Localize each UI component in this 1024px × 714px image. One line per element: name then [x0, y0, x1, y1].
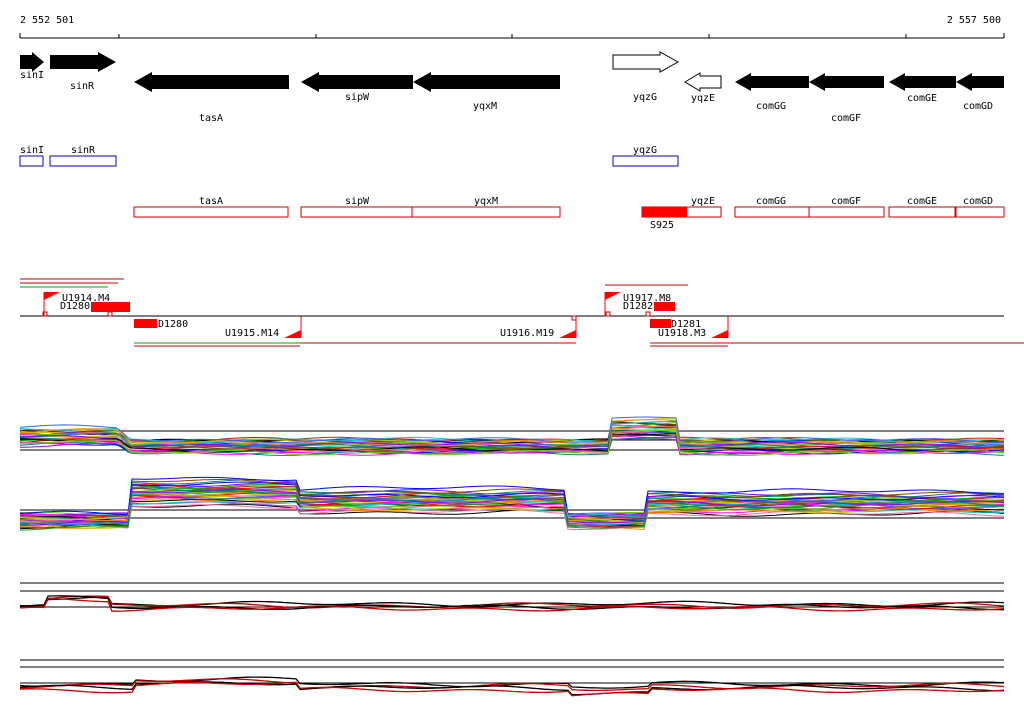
reverse-box-label-sipW: sipW [345, 196, 370, 207]
reverse-box-label-comGD: comGD [963, 196, 993, 207]
gene-arrow-comGF[interactable]: comGF [809, 73, 884, 124]
gene-arrow-sipW[interactable]: sipW [301, 72, 413, 103]
gene-arrow-sinI[interactable]: sinI [20, 52, 44, 81]
gene-arrow-yqxM[interactable]: yqxM [413, 72, 560, 112]
feature-label-d1282: D1282 [623, 301, 653, 312]
reverse-box-label-yqxM: yqxM [474, 196, 498, 207]
reverse-box-tasA[interactable] [133, 206, 289, 218]
gene-arrow-comGD[interactable]: comGD [956, 73, 1004, 112]
gene-arrow-yqzG[interactable]: yqzG [612, 51, 680, 103]
forward-box-sinI[interactable] [19, 155, 44, 167]
reverse-box-comGF[interactable] [808, 206, 885, 218]
gene-label-sipW: sipW [345, 92, 370, 103]
feature-block-d1280[interactable] [134, 319, 157, 328]
gene-label-comGF: comGF [831, 113, 861, 124]
gene-arrow-comGG[interactable]: comGG [735, 73, 809, 112]
gene-arrow-tasA[interactable]: tasA [134, 72, 289, 124]
feature-track: U1914.M4 D1280 U1917.M8 D1282 D1280 U191… [20, 278, 1024, 347]
gene-label-comGG: comGG [756, 101, 786, 112]
expression-profiles [19, 416, 1005, 697]
forward-box-sinR[interactable] [49, 155, 117, 167]
forward-box-label-sinI: sinI [20, 145, 44, 156]
feature-label-d1280-lower: D1280 [158, 319, 188, 330]
genome-browser-view: 2 552 501 2 557 500 sinI sinR tasA sipW [19, 15, 1024, 697]
reverse-box-comGG[interactable] [734, 206, 810, 218]
feature-label-d1280-upper: D1280 [60, 301, 90, 312]
gene-label-tasA: tasA [199, 113, 223, 124]
forward-box-yqzG[interactable] [612, 155, 679, 167]
reverse-box-yqxM[interactable] [411, 206, 561, 218]
reverse-strand-track: tasA sipW yqxM yqzE S925 comGG comGF com… [133, 196, 1005, 231]
gene-label-comGE: comGE [907, 93, 937, 104]
reverse-box-marker-label: S925 [650, 220, 674, 231]
gene-arrows-track: sinI sinR tasA sipW yqxM yqzG yqzE comGG… [20, 51, 1004, 124]
gene-arrow-sinR[interactable]: sinR [50, 52, 116, 92]
reverse-box-label-tasA: tasA [199, 196, 223, 207]
feature-label-u1915: U1915.M14 [225, 328, 279, 339]
feature-label-u1916: U1916.M19 [500, 328, 554, 339]
ruler-end-label: 2 557 500 [947, 15, 1001, 26]
reverse-box-label-yqzE: yqzE [691, 196, 715, 207]
gene-label-sinI: sinI [20, 70, 44, 81]
gene-label-sinR: sinR [70, 81, 95, 92]
gene-label-yqzE: yqzE [691, 93, 715, 104]
forward-box-label-yqzG: yqzG [633, 145, 657, 156]
reverse-box-comGE[interactable] [888, 206, 956, 218]
forward-strand-track: sinI sinR yqzG [19, 145, 679, 167]
gene-arrow-yqzE[interactable]: yqzE [684, 72, 722, 104]
gene-label-yqzG: yqzG [633, 92, 657, 103]
gene-arrow-comGE[interactable]: comGE [889, 73, 956, 104]
reverse-box-sipW[interactable] [300, 206, 413, 218]
reverse-box-label-comGE: comGE [907, 196, 937, 207]
reverse-box-label-comGG: comGG [756, 196, 786, 207]
feature-label-u1918: U1918.M3 [658, 328, 706, 339]
reverse-box-comGD[interactable] [955, 206, 1005, 218]
gene-label-comGD: comGD [963, 101, 993, 112]
ruler-start-label: 2 552 501 [20, 15, 74, 26]
coordinate-ruler: 2 552 501 2 557 500 [19, 15, 1005, 39]
forward-box-label-sinR: sinR [71, 145, 96, 156]
feature-block-d1281[interactable] [650, 319, 671, 328]
gene-label-yqxM: yqxM [473, 101, 497, 112]
reverse-box-label-comGF: comGF [831, 196, 861, 207]
reverse-box-s925-fill [642, 207, 687, 217]
